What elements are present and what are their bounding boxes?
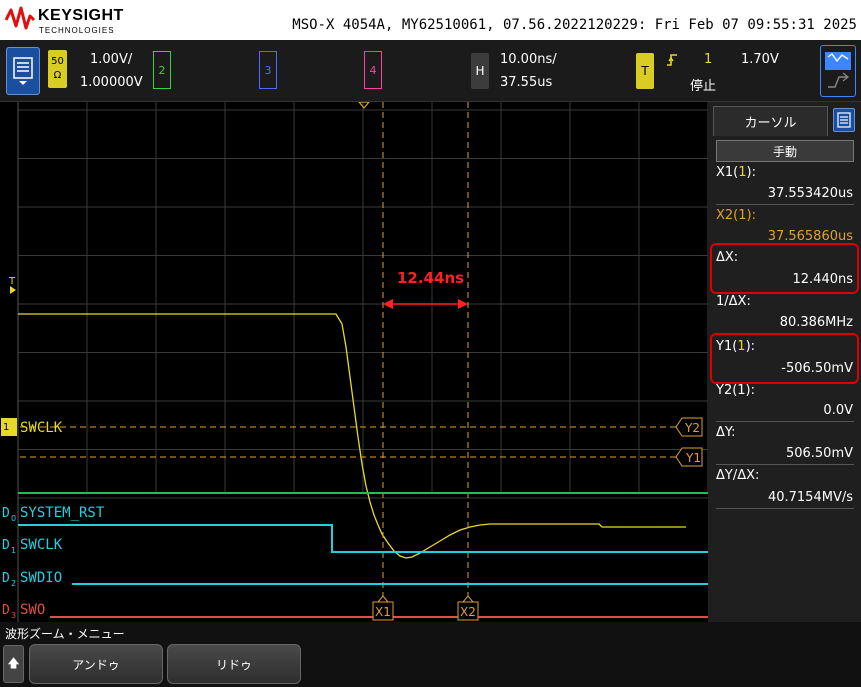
y1-value: -506.50mV bbox=[781, 361, 853, 376]
ch1-scale: 1.00V/ bbox=[90, 52, 133, 67]
digital-prefix: D bbox=[2, 603, 10, 618]
trigger-source: 1 bbox=[704, 52, 713, 67]
run-status: 停止 bbox=[690, 79, 717, 94]
control-bar: 50 Ω 1.00V/ 1.00000V 2 3 4 H 10.00ns/ 37… bbox=[0, 40, 861, 102]
measure-label: 12.44ns bbox=[397, 269, 464, 287]
divider bbox=[716, 508, 854, 509]
digital-sub: 2 bbox=[11, 579, 16, 588]
undo-button[interactable]: アンドゥ bbox=[29, 644, 163, 684]
inv-dx-value: 80.386MHz bbox=[779, 315, 853, 330]
title-bar: KEYSIGHT TECHNOLOGIES MSO-X 4054A, MY625… bbox=[0, 0, 861, 40]
digital-sub: 3 bbox=[11, 611, 16, 620]
acquisition-button[interactable] bbox=[820, 45, 856, 97]
menu-list-icon bbox=[13, 57, 33, 85]
dx-value: 12.440ns bbox=[792, 272, 854, 287]
dy-label: ΔY: bbox=[716, 425, 736, 440]
trigger-button[interactable]: T bbox=[636, 53, 654, 89]
waveform-display[interactable]: T 1 SWCLK Y2 Y1 X1 X2 12.44ns D 0 SYSTEM_RST D 1 SWCL… bbox=[0, 101, 709, 687]
ch1-impedance: 50 bbox=[51, 56, 64, 67]
redo-button[interactable]: リドゥ bbox=[167, 644, 301, 684]
cursor-y1-label: Y1 bbox=[685, 451, 701, 465]
cursors-panel: カーソル 手動 X1(1): 37.553420us X2(1): 37.565… bbox=[708, 102, 861, 622]
x1-value: 37.553420us bbox=[767, 186, 853, 201]
panel-menu-icon[interactable] bbox=[833, 108, 855, 132]
dy-value: 506.50mV bbox=[785, 446, 853, 461]
cursor-x1-label: X1 bbox=[375, 605, 391, 619]
keysight-logo-icon bbox=[5, 6, 35, 30]
ch1-ohm-symbol: Ω bbox=[53, 70, 62, 81]
trigger-level-label: T bbox=[8, 276, 16, 287]
analog-trace bbox=[18, 313, 686, 559]
back-button[interactable]: 🡅 bbox=[3, 645, 24, 683]
brand-subtitle: TECHNOLOGIES bbox=[39, 26, 115, 35]
graticule-grid bbox=[17, 102, 709, 622]
trigger-position-marker bbox=[357, 101, 371, 109]
annotations: T1 SWCLK Y2Y1X1 X212.44nsD 0 SYSTEM_RSTD 1 SWCL… bbox=[1, 101, 703, 621]
x1-label: X1(1): bbox=[716, 165, 756, 180]
horizontal-button[interactable]: H bbox=[471, 53, 489, 89]
cursor-y2-label: Y2 bbox=[684, 421, 700, 435]
channel-3-button[interactable]: 3 bbox=[259, 51, 277, 89]
digital-label: D 0 SYSTEM_RST bbox=[2, 505, 105, 523]
graticule-and-traces: T1 SWCLK Y2Y1X1 X212.44nsD 0 SYSTEM_RSTD 1 SWCL… bbox=[1, 101, 709, 687]
time-scale: 10.00ns/ bbox=[500, 52, 557, 67]
digital-prefix: D bbox=[2, 538, 10, 553]
up-arrow-icon: 🡅 bbox=[7, 655, 20, 670]
time-position: 37.55us bbox=[500, 75, 553, 90]
digital-sub: 1 bbox=[11, 546, 16, 555]
digital-prefix: D bbox=[2, 571, 10, 586]
digital-label: D 1 SWCLK bbox=[2, 537, 63, 555]
ch1-marker-label: 1 bbox=[3, 422, 9, 433]
digital-name: SWCLK bbox=[20, 537, 63, 553]
channel-2-button[interactable]: 2 bbox=[153, 51, 171, 89]
digital-label: D 2 SWDIO bbox=[2, 570, 62, 588]
y2-label: Y2(1): bbox=[716, 383, 756, 398]
x2-value: 37.565860us bbox=[767, 229, 853, 244]
trigger-level: 1.70V bbox=[741, 52, 779, 67]
inv-dx-label: 1/ΔX: bbox=[716, 294, 751, 309]
analog-label: SWCLK bbox=[20, 420, 63, 436]
y1-label: Y1(1): bbox=[716, 339, 756, 354]
divider bbox=[716, 204, 854, 205]
list-icon bbox=[837, 112, 851, 128]
brand-name: KEYSIGHT bbox=[38, 7, 124, 24]
digital-prefix: D bbox=[2, 506, 10, 521]
digital-label: D 3 SWO bbox=[2, 602, 45, 620]
divider bbox=[716, 421, 854, 422]
cursor-x2-label: X2 bbox=[460, 605, 476, 619]
trigger-level-marker bbox=[10, 286, 16, 294]
rising-edge-icon bbox=[667, 54, 677, 66]
measure-arrow-left bbox=[383, 299, 393, 309]
dx-label: ΔX: bbox=[716, 250, 739, 265]
dydx-label: ΔY/ΔX: bbox=[716, 468, 760, 483]
measure-arrow-right bbox=[458, 299, 468, 309]
cursor-mode-button[interactable]: 手動 bbox=[716, 140, 854, 162]
channel-4-button[interactable]: 4 bbox=[364, 51, 382, 89]
digital-name: SYSTEM_RST bbox=[20, 505, 105, 521]
softkey-bar: 波形ズーム・メニュー 🡅 アンドゥ リドゥ bbox=[0, 622, 861, 687]
instrument-info: MSO-X 4054A, MY62510061, 07.56.202212022… bbox=[292, 17, 857, 33]
softkey-menu-title: 波形ズーム・メニュー bbox=[5, 627, 125, 641]
digital-sub: 0 bbox=[11, 514, 16, 523]
acquisition-icon bbox=[825, 52, 851, 88]
divider bbox=[716, 464, 854, 465]
dydx-value: 40.7154MV/s bbox=[767, 490, 853, 505]
tab-cursors[interactable]: カーソル bbox=[713, 106, 828, 136]
ch1-offset: 1.00000V bbox=[80, 75, 143, 90]
digital-d1-trace bbox=[18, 524, 708, 553]
x2-label: X2(1): bbox=[716, 208, 756, 223]
channel-1-button[interactable]: 50 Ω bbox=[48, 50, 67, 88]
digital-name: SWDIO bbox=[20, 570, 62, 586]
main-menu-button[interactable] bbox=[6, 47, 40, 95]
y2-value: 0.0V bbox=[823, 403, 853, 418]
digital-name: SWO bbox=[20, 602, 45, 618]
